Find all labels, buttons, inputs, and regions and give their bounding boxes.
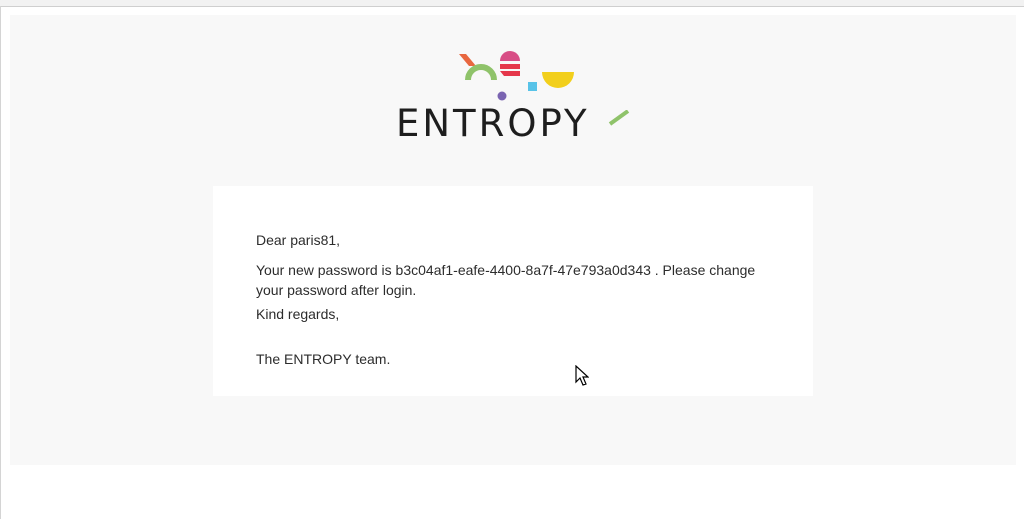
logo-confetti-icon: [459, 51, 574, 101]
email-signature: The ENTROPY team.: [256, 351, 391, 367]
logo-check-icon: [608, 110, 630, 126]
email-greeting: Dear paris81,: [256, 232, 341, 248]
window-left-border: [0, 6, 1, 519]
email-card: Dear paris81, Your new password is b3c04…: [213, 186, 813, 396]
logo-wordmark: ENTROPY: [396, 102, 590, 145]
entropy-logo: ENTROPY: [396, 46, 632, 146]
browser-top-edge: [0, 0, 1024, 7]
email-body: Dear paris81, Your new password is b3c04…: [256, 230, 786, 369]
email-message: Your new password is b3c04af1-eafe-4400-…: [256, 262, 756, 298]
mouse-cursor-icon: [575, 365, 589, 386]
email-closing: Kind regards,: [256, 306, 340, 322]
